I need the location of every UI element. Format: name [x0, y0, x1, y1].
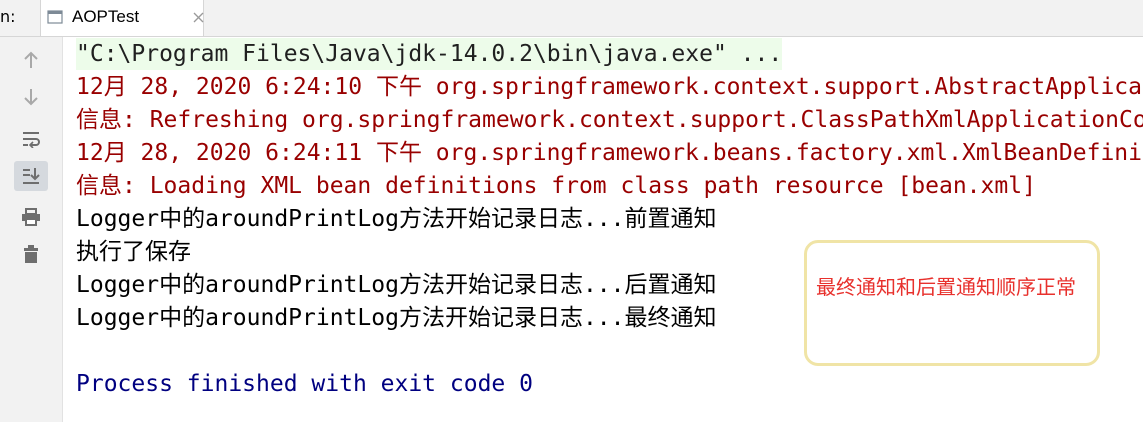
console-line-log-info: 信息: Loading XML bean definitions from cl…: [76, 173, 1036, 199]
console-line-output: Logger中的aroundPrintLog方法开始记录日志...后置通知: [76, 272, 717, 298]
console-line-log-timestamp: 12月 28, 2020 6:24:11 下午 org.springframew…: [76, 140, 1143, 166]
run-tab-bar: n: AOPTest: [0, 0, 1143, 37]
run-window-label: n:: [0, 7, 16, 26]
close-icon[interactable]: [192, 9, 205, 23]
tab-title: AOPTest: [72, 7, 140, 26]
console-line-output: Logger中的aroundPrintLog方法开始记录日志...前置通知: [76, 206, 717, 232]
annotation-text: 最终通知和后置通知顺序正常: [816, 275, 1076, 299]
console-line-output: Logger中的aroundPrintLog方法开始记录日志...最终通知: [76, 305, 717, 331]
trash-icon[interactable]: [14, 239, 48, 269]
console-line-log-timestamp: 12月 28, 2020 6:24:10 下午 org.springframew…: [76, 74, 1143, 100]
scroll-to-end-icon[interactable]: [14, 161, 48, 191]
console-line-exit: Process finished with exit code 0: [76, 371, 533, 397]
run-config-icon: [47, 9, 63, 25]
annotation-callout: 最终通知和后置通知顺序正常: [804, 240, 1100, 366]
down-arrow-icon[interactable]: [14, 82, 48, 112]
up-arrow-icon[interactable]: [14, 45, 48, 75]
print-icon[interactable]: [14, 202, 48, 232]
console-line-log-info: 信息: Refreshing org.springframework.conte…: [76, 107, 1143, 133]
tab-aoptest[interactable]: AOPTest: [40, 0, 204, 36]
console-line-output: 执行了保存: [76, 239, 191, 265]
soft-wrap-icon[interactable]: [14, 124, 48, 154]
console-toolbar: [0, 37, 63, 422]
console-line-command: "C:\Program Files\Java\jdk-14.0.2\bin\ja…: [76, 38, 783, 70]
